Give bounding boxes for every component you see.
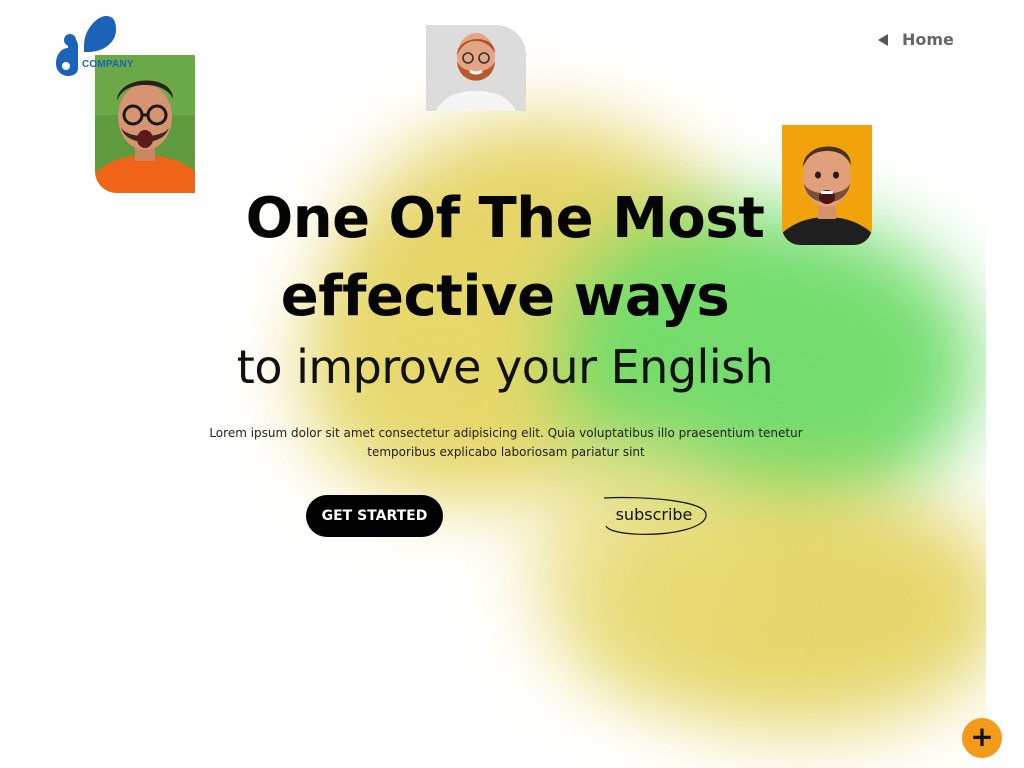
hero-title-line2: effective ways: [280, 264, 730, 329]
nav-home-label: Home: [902, 30, 954, 49]
get-started-label: GET STARTED: [321, 508, 428, 524]
hero-description-line1: Lorem ipsum dolor sit amet consectetur a…: [209, 426, 803, 440]
floating-action-button[interactable]: +: [962, 718, 1002, 758]
hero-description-line2: temporibus explicabo laboriosam pariatur…: [367, 445, 645, 459]
plus-icon: +: [970, 720, 994, 753]
landing-page: COMPANY Home One Of The Most effective w…: [0, 0, 1024, 768]
subscribe-button[interactable]: subscribe: [600, 496, 710, 538]
triangle-left-icon: [878, 33, 888, 46]
nav-home-link[interactable]: Home: [878, 30, 954, 49]
hero-title-line1: One Of The Most: [245, 186, 765, 251]
hero-section: One Of The Most effective ways to improv…: [0, 180, 1010, 398]
logo-text: COMPANY: [82, 59, 134, 70]
background-blob-yellow: [530, 430, 750, 690]
subscribe-label: subscribe: [615, 505, 693, 524]
get-started-button[interactable]: GET STARTED: [306, 495, 443, 537]
portrait-photo-bearded-man: [426, 25, 526, 111]
hero-subtitle: to improve your English: [236, 340, 774, 394]
hero-description: Lorem ipsum dolor sit amet consectetur a…: [170, 424, 842, 462]
